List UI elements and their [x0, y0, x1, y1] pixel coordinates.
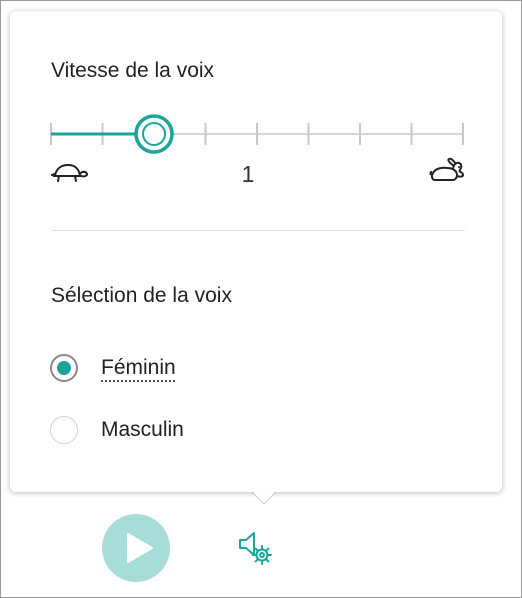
app-frame: Vitesse de la voix 1 Sélection de la voi… [0, 0, 522, 598]
masculine-radio-button[interactable] [50, 416, 78, 444]
masculine-label: Masculin [101, 418, 184, 441]
voice-option-feminine[interactable]: Féminin [50, 351, 176, 385]
rabbit-icon [429, 156, 465, 184]
voice-speed-title: Vitesse de la voix [51, 59, 215, 82]
feminine-radio-button[interactable] [50, 354, 78, 382]
voice-speed-value: 1 [241, 161, 255, 187]
voice-speed-slider[interactable] [49, 109, 465, 159]
speaker-gear-icon [239, 532, 272, 565]
section-divider [51, 230, 465, 231]
slider-thumb [142, 122, 166, 146]
feminine-label: Féminin [101, 356, 176, 379]
play-icon [127, 533, 153, 563]
turtle-icon [51, 161, 89, 185]
radio-selected-dot [57, 361, 71, 375]
voice-options-popover: Vitesse de la voix 1 Sélection de la voi… [10, 11, 502, 505]
play-button[interactable] [102, 514, 170, 582]
voice-selection-title: Sélection de la voix [51, 284, 232, 307]
voice-settings-button[interactable] [233, 525, 277, 569]
voice-option-masculine[interactable]: Masculin [50, 413, 184, 447]
